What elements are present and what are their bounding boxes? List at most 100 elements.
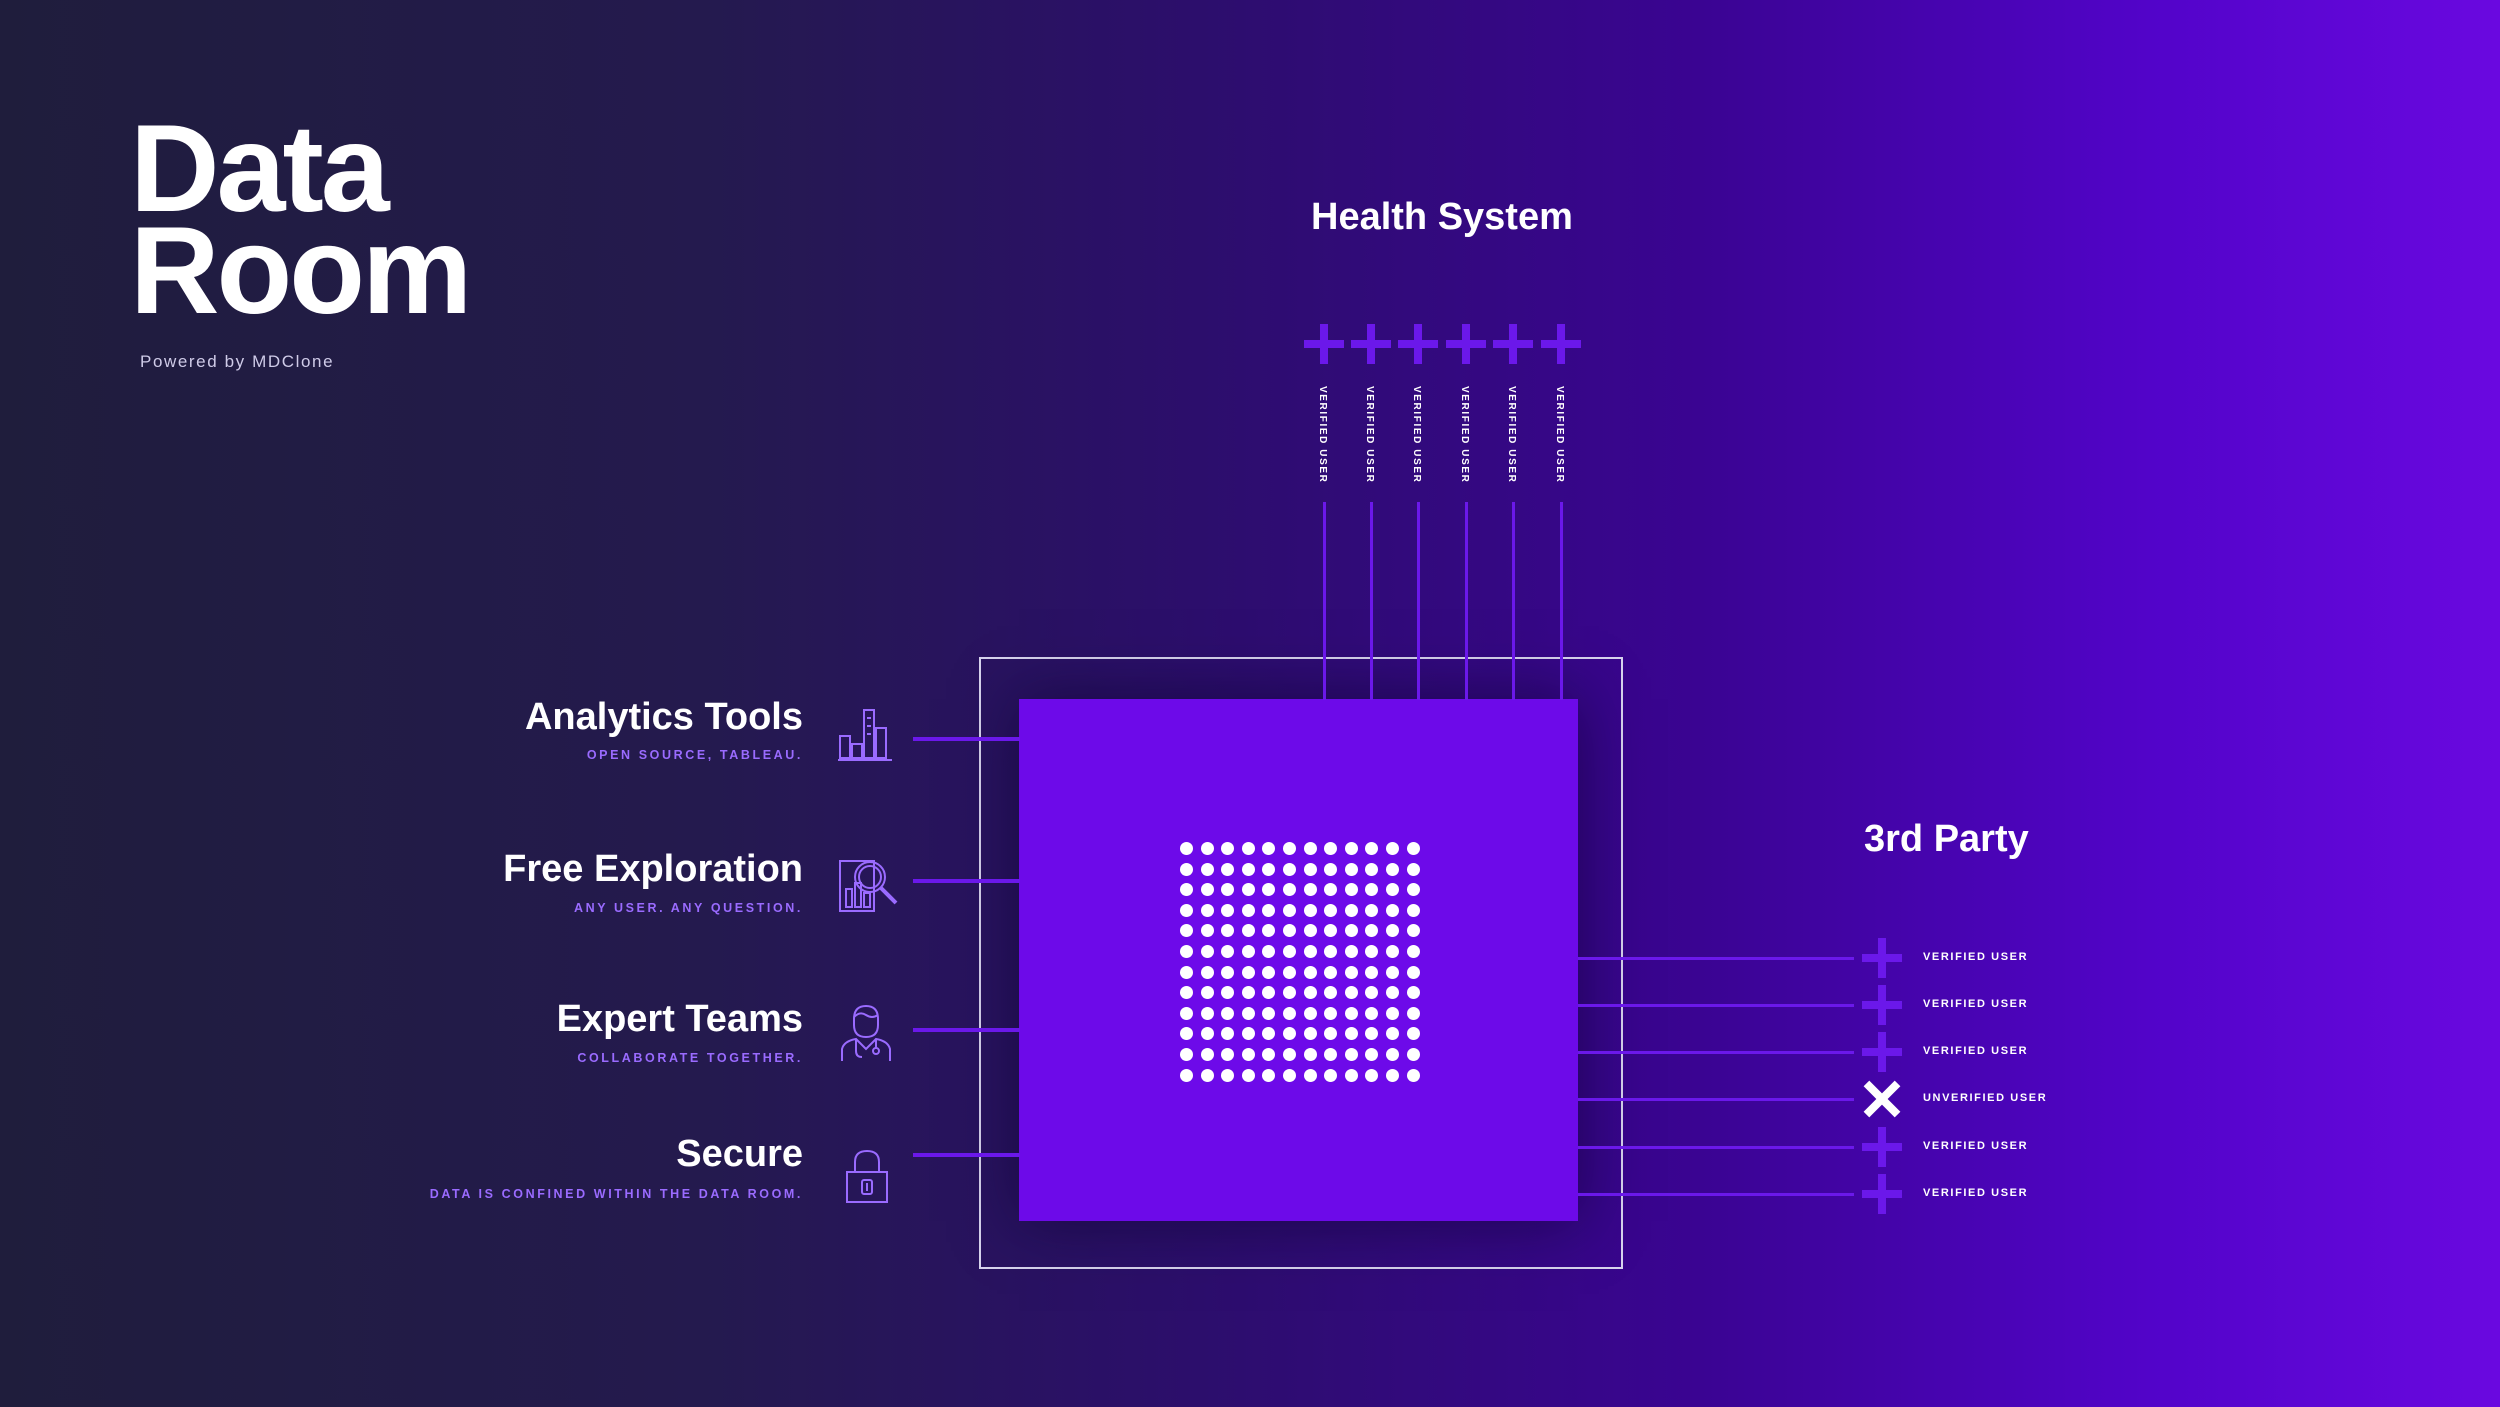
data-dot <box>1406 1027 1420 1041</box>
data-dot <box>1180 924 1193 938</box>
data-dot <box>1282 903 1296 917</box>
plus-icon <box>1862 1032 1902 1072</box>
third-party-title: 3rd Party <box>1864 818 2029 860</box>
feature-subtitle-secure: DATA IS CONFINED WITHIN THE DATA ROOM. <box>429 1187 803 1201</box>
data-dot <box>1303 862 1317 876</box>
data-dot <box>1324 842 1338 855</box>
health-system-connector <box>1370 502 1373 700</box>
data-dot <box>1385 862 1399 876</box>
data-dot <box>1282 862 1296 876</box>
data-dot <box>1344 1006 1358 1020</box>
feature-title-expert-teams: Expert Teams <box>556 998 803 1040</box>
data-dot <box>1262 862 1276 876</box>
data-dot <box>1200 965 1214 979</box>
data-dot <box>1200 986 1214 1000</box>
data-dot <box>1344 903 1358 917</box>
health-system-user-label: VERIFIED USER <box>1317 386 1328 484</box>
data-dot <box>1303 1027 1317 1041</box>
data-dot <box>1200 842 1214 855</box>
data-dot <box>1406 986 1420 1000</box>
data-dot <box>1365 986 1379 1000</box>
data-dot <box>1282 1027 1296 1041</box>
third-party-user-label: VERIFIED USER <box>1923 1187 2029 1199</box>
data-dot <box>1241 986 1255 1000</box>
data-dot <box>1324 1027 1338 1041</box>
data-dot <box>1344 944 1358 958</box>
data-dot <box>1200 1006 1214 1020</box>
plus-icon <box>1862 938 1902 978</box>
data-dot <box>1200 883 1214 897</box>
data-dot <box>1303 965 1317 979</box>
data-dot <box>1221 842 1235 855</box>
data-dot <box>1262 842 1276 855</box>
data-dot <box>1406 924 1420 938</box>
connector-secure <box>913 1153 1020 1157</box>
padlock-icon <box>846 1149 888 1203</box>
data-dot <box>1406 903 1420 917</box>
data-dot <box>1365 903 1379 917</box>
data-dot <box>1221 862 1235 876</box>
data-dot <box>1385 1047 1399 1061</box>
data-dot <box>1200 862 1214 876</box>
data-dot <box>1365 965 1379 979</box>
data-dot <box>1200 903 1214 917</box>
data-dot <box>1200 1068 1214 1082</box>
data-dot <box>1241 903 1255 917</box>
data-dot <box>1180 1006 1193 1020</box>
data-dot <box>1180 1068 1193 1082</box>
data-dot <box>1344 842 1358 855</box>
plus-icon <box>1541 324 1581 364</box>
plus-icon <box>1304 324 1344 364</box>
data-dot <box>1221 986 1235 1000</box>
data-dot <box>1385 965 1399 979</box>
data-dot <box>1303 1006 1317 1020</box>
health-system-title: Health System <box>1311 196 1573 238</box>
third-party-user-label: UNVERIFIED USER <box>1923 1092 2048 1104</box>
data-dot <box>1262 1068 1276 1082</box>
data-dot <box>1241 944 1255 958</box>
connector-free-exploration <box>913 879 1020 883</box>
third-party-connector <box>1578 1193 1854 1196</box>
data-dot <box>1365 1027 1379 1041</box>
data-dot <box>1365 883 1379 897</box>
data-dot <box>1221 965 1235 979</box>
data-dot <box>1324 1068 1338 1082</box>
data-dot <box>1282 1047 1296 1061</box>
health-system-user-label: VERIFIED USER <box>1554 386 1565 484</box>
data-dot <box>1385 1068 1399 1082</box>
data-dot <box>1344 986 1358 1000</box>
plus-icon <box>1862 1174 1902 1214</box>
data-dot <box>1385 1006 1399 1020</box>
health-system-connector <box>1465 502 1468 700</box>
powered-by-text: Powered by MDClone <box>140 352 335 371</box>
data-dot <box>1385 903 1399 917</box>
data-dot <box>1324 862 1338 876</box>
plus-icon <box>1493 324 1533 364</box>
data-dot <box>1406 965 1420 979</box>
third-party-connector <box>1578 1098 1854 1101</box>
data-dot <box>1262 1027 1276 1041</box>
data-dot <box>1180 1047 1193 1061</box>
plus-icon <box>1446 324 1486 364</box>
feature-subtitle-analytics-tools: OPEN SOURCE, TABLEAU. <box>586 748 803 762</box>
data-dot <box>1324 1006 1338 1020</box>
data-dot <box>1282 986 1296 1000</box>
data-dot <box>1282 1068 1296 1082</box>
data-dot <box>1262 924 1276 938</box>
data-dot <box>1200 1047 1214 1061</box>
data-dot <box>1180 986 1193 1000</box>
data-dot <box>1324 924 1338 938</box>
plus-icon <box>1351 324 1391 364</box>
health-system-connector <box>1417 502 1420 700</box>
data-dot <box>1324 1047 1338 1061</box>
bar-chart-icon <box>838 709 892 761</box>
data-dot <box>1241 842 1255 855</box>
data-dot <box>1241 1027 1255 1041</box>
data-dot <box>1385 944 1399 958</box>
health-system-user-label: VERIFIED USER <box>1364 386 1375 484</box>
data-dot <box>1180 883 1193 897</box>
plus-icon <box>1862 1127 1902 1167</box>
data-dot <box>1282 944 1296 958</box>
data-dot <box>1262 1047 1276 1061</box>
data-dot <box>1262 903 1276 917</box>
